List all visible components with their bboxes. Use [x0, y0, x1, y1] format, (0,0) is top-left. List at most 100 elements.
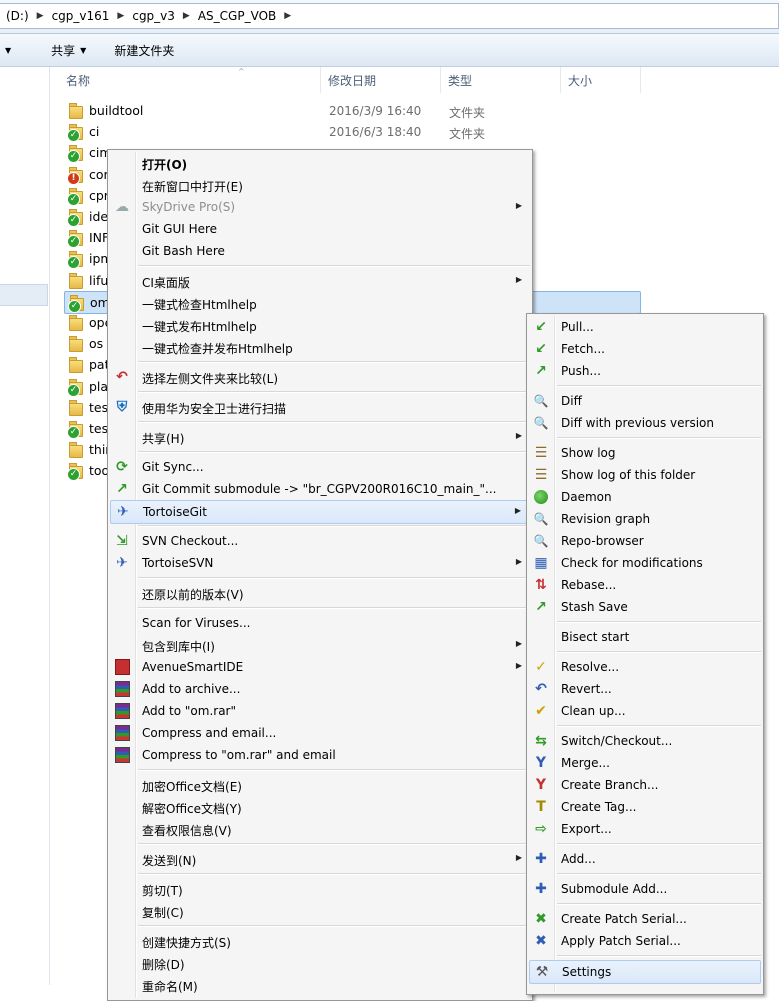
- menu-item-h[interactable]: 共享(H) ▶: [110, 426, 530, 448]
- menu-item-fetch[interactable]: ↙ Fetch...: [529, 338, 761, 360]
- menu-item-add-to-om-rar[interactable]: Add to "om.rar": [110, 700, 530, 722]
- switch-icon: ⇆: [535, 733, 547, 749]
- menu-item-s[interactable]: 创建快捷方式(S): [110, 930, 530, 952]
- file-name: lifu: [89, 272, 109, 288]
- menu-item-repo-browser[interactable]: 🔍 Repo-browser: [529, 530, 761, 552]
- menu-item-o[interactable]: 打开(O): [110, 152, 530, 174]
- nav-selected-item[interactable]: [0, 284, 48, 306]
- menu-item-i[interactable]: 包含到库中(I) ▶: [110, 634, 530, 656]
- menu-item-show-log-of-this-folder[interactable]: ☰ Show log of this folder: [529, 464, 761, 486]
- menu-item-show-log[interactable]: ☰ Show log: [529, 442, 761, 464]
- menu-item-d[interactable]: 删除(D): [110, 952, 530, 974]
- menu-item-export[interactable]: ⇨ Export...: [529, 818, 761, 840]
- menu-item-diff[interactable]: 🔍 Diff: [529, 390, 761, 412]
- menu-item-switch-checkout[interactable]: ⇆ Switch/Checkout...: [529, 730, 761, 752]
- menu-item-label: 在新窗口中打开(E): [142, 180, 243, 194]
- new-folder-button[interactable]: 新建文件夹: [104, 42, 184, 59]
- patch-create-icon: ✖: [535, 911, 547, 927]
- menu-item-revert[interactable]: ↶ Revert...: [529, 678, 761, 700]
- menu-item-apply-patch-serial[interactable]: ✖ Apply Patch Serial...: [529, 930, 761, 952]
- menu-item-label: Show log: [561, 446, 616, 460]
- menu-item-push[interactable]: ↗ Push...: [529, 360, 761, 382]
- chevron-right-icon[interactable]: ▶: [115, 11, 126, 21]
- breadcrumb-drive[interactable]: (D:): [0, 9, 35, 23]
- menu-item-resolve[interactable]: ✓ Resolve...: [529, 656, 761, 678]
- menu-item-create-patch-serial[interactable]: ✖ Create Patch Serial...: [529, 908, 761, 930]
- menu-item-diff-with-previous-version[interactable]: 🔍 Diff with previous version: [529, 412, 761, 434]
- chevron-right-icon[interactable]: ▶: [181, 11, 192, 21]
- menu-item-skydrive-pro-s[interactable]: ☁ SkyDrive Pro(S) ▶: [110, 196, 530, 218]
- file-row[interactable]: buildtool 2016/3/9 16:40 文件夹: [64, 100, 639, 121]
- menu-item-label: 查看权限信息(V): [142, 824, 232, 838]
- menu-item-avenuesmartide[interactable]: AvenueSmartIDE ▶: [110, 656, 530, 678]
- menu-item-v[interactable]: 还原以前的版本(V): [110, 582, 530, 604]
- menu-item-scan-for-viruses[interactable]: Scan for Viruses...: [110, 612, 530, 634]
- menu-item-create-tag[interactable]: T Create Tag...: [529, 796, 761, 818]
- menu-item-compress-to-om-rar-and-email[interactable]: Compress to "om.rar" and email: [110, 744, 530, 766]
- file-name: ide: [89, 209, 109, 224]
- menu-item-label: Scan for Viruses...: [142, 616, 251, 630]
- menu-item-t[interactable]: 剪切(T): [110, 878, 530, 900]
- navigation-pane[interactable]: [0, 67, 50, 985]
- menu-item-check-for-modifications[interactable]: ▦ Check for modifications: [529, 552, 761, 574]
- folder-icon: ✓: [67, 209, 84, 227]
- menu-item-pull[interactable]: ↙ Pull...: [529, 316, 761, 338]
- menu-item-revision-graph[interactable]: 🔍 Revision graph: [529, 508, 761, 530]
- menu-item-ci[interactable]: CI桌面版 ▶: [110, 270, 530, 292]
- menu-item-n[interactable]: 发送到(N) ▶: [110, 848, 530, 870]
- menu-item-e[interactable]: 在新窗口中打开(E): [110, 174, 530, 196]
- menu-item-git-gui-here[interactable]: Git GUI Here: [110, 218, 530, 240]
- column-header-size[interactable]: 大小: [562, 67, 641, 93]
- breadcrumb-cgp-v161[interactable]: cgp_v161: [46, 9, 116, 23]
- menu-item-rebase[interactable]: ⇅ Rebase...: [529, 574, 761, 596]
- menu-item-create-branch[interactable]: Y Create Branch...: [529, 774, 761, 796]
- menu-item-htmlhelp[interactable]: 一键式检查Htmlhelp: [110, 292, 530, 314]
- folder-icon: [68, 272, 84, 289]
- menu-item-add[interactable]: ✚ Add...: [529, 848, 761, 870]
- menu-item-bisect-start[interactable]: Bisect start: [529, 626, 761, 648]
- menu-item-git-bash-here[interactable]: Git Bash Here: [110, 240, 530, 262]
- breadcrumb[interactable]: (D:) ▶ cgp_v161 ▶ cgp_v3 ▶ AS_CGP_VOB ▶: [0, 3, 779, 29]
- column-header-name[interactable]: 名称: [60, 67, 321, 93]
- menu-item-add-to-archive[interactable]: Add to archive...: [110, 678, 530, 700]
- breadcrumb-cgp-v3[interactable]: cgp_v3: [126, 9, 181, 23]
- menu-item-v[interactable]: 查看权限信息(V): [110, 818, 530, 840]
- toolbar-overflow-arrow[interactable]: ▼: [0, 46, 21, 55]
- menu-item-daemon[interactable]: Daemon: [529, 486, 761, 508]
- folder-icon: !: [67, 166, 84, 185]
- menu-item-git-commit-submodule-br-cgpv200r016c10-main[interactable]: ↗ Git Commit submodule -> "br_CGPV200R016…: [110, 478, 530, 500]
- menu-item-git-sync[interactable]: ⟳ Git Sync...: [110, 456, 530, 478]
- menu-separator: [138, 607, 530, 609]
- menu-item-stash-save[interactable]: ↗ Stash Save: [529, 596, 761, 618]
- menu-item-settings[interactable]: ⚒ Settings: [529, 960, 761, 984]
- column-header-type[interactable]: 类型: [442, 67, 561, 93]
- chevron-right-icon[interactable]: ▶: [35, 11, 46, 21]
- menu-item-m[interactable]: 重命名(M): [110, 974, 530, 996]
- file-name: ci: [89, 124, 100, 140]
- branch-icon: Y: [535, 777, 547, 793]
- menu-item-tortoisesvn[interactable]: ✈ TortoiseSVN ▶: [110, 552, 530, 574]
- menu-item-label: Create Tag...: [561, 800, 637, 814]
- git-clean-overlay-icon: ✓: [67, 383, 80, 397]
- git-sync-icon: ⟳: [116, 459, 128, 475]
- chevron-right-icon[interactable]: ▶: [282, 11, 293, 21]
- menu-item-merge[interactable]: Y Merge...: [529, 752, 761, 774]
- share-button[interactable]: 共享 ▼: [41, 42, 96, 59]
- menu-item-c[interactable]: 复制(C): [110, 900, 530, 922]
- file-type: 文件夹: [449, 106, 486, 120]
- menu-item-office-e[interactable]: 加密Office文档(E): [110, 774, 530, 796]
- menu-item-submodule-add[interactable]: ✚ Submodule Add...: [529, 878, 761, 900]
- column-header-date[interactable]: 修改日期: [322, 67, 441, 93]
- menu-item-compress-and-email[interactable]: Compress and email...: [110, 722, 530, 744]
- menu-item[interactable]: ⛨ 使用华为安全卫士进行扫描: [110, 396, 530, 418]
- menu-item-htmlhelp[interactable]: 一键式发布Htmlhelp: [110, 314, 530, 336]
- menu-item-l[interactable]: ↶ 选择左侧文件夹来比较(L): [110, 366, 530, 388]
- menu-item-htmlhelp[interactable]: 一键式检查并发布Htmlhelp: [110, 336, 530, 358]
- menu-item-svn-checkout[interactable]: ⇲ SVN Checkout...: [110, 530, 530, 552]
- breadcrumb-as-cgp-vob[interactable]: AS_CGP_VOB: [192, 9, 282, 23]
- file-row[interactable]: ✓ ci 2016/6/3 18:40 文件夹: [64, 121, 639, 143]
- menu-item-label: Merge...: [561, 756, 610, 770]
- menu-item-clean-up[interactable]: ✔ Clean up...: [529, 700, 761, 722]
- menu-item-tortoisegit[interactable]: ✈ TortoiseGit ▶: [110, 500, 530, 524]
- menu-item-office-y[interactable]: 解密Office文档(Y): [110, 796, 530, 818]
